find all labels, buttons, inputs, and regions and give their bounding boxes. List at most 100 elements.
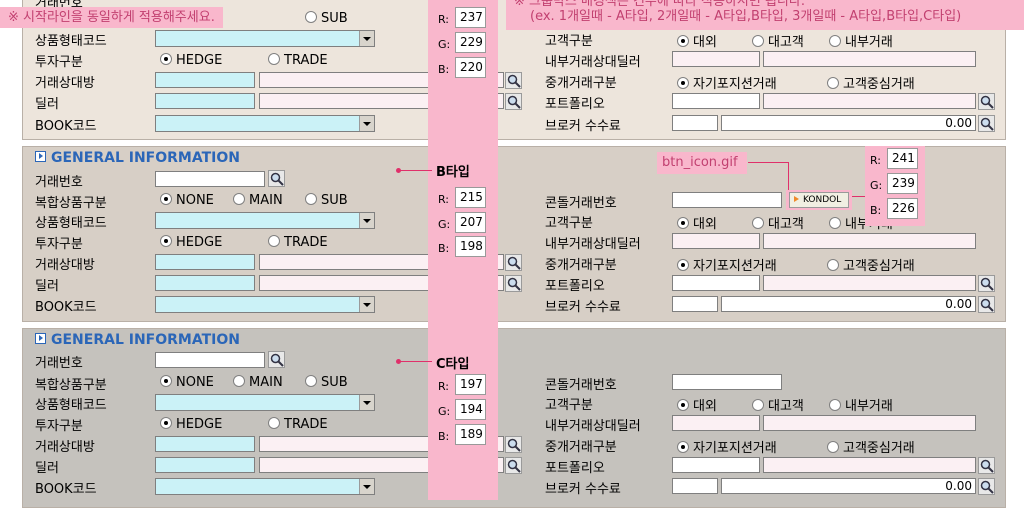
broker-fee-amount-input[interactable]: 0.00: [721, 478, 976, 494]
search-icon[interactable]: [505, 93, 522, 110]
search-icon[interactable]: [978, 296, 995, 313]
radio-sub[interactable]: SUB: [305, 10, 348, 26]
trade-no-input[interactable]: [155, 171, 265, 187]
book-code-select[interactable]: [155, 478, 375, 495]
label-complex: 복합상품구분: [35, 196, 107, 211]
label-internal-dealer: 내부거래상대딜러: [545, 419, 641, 434]
btn-icon-leader-v: [788, 162, 789, 190]
radio-customer[interactable]: 대고객: [752, 395, 804, 414]
radio-sub[interactable]: SUB: [305, 374, 348, 390]
type-b-dot: [396, 168, 401, 173]
radio-none[interactable]: NONE: [160, 192, 214, 208]
internal-dealer-code-input[interactable]: [672, 415, 760, 431]
internal-dealer-code-input[interactable]: [672, 233, 760, 249]
search-icon[interactable]: [505, 457, 522, 474]
internal-dealer-name-input[interactable]: [763, 233, 976, 249]
search-icon[interactable]: [978, 93, 995, 110]
broker-fee-code-input[interactable]: [672, 115, 718, 131]
radio-external[interactable]: 대외: [677, 213, 717, 232]
kondol-trade-no-input[interactable]: [672, 374, 782, 390]
search-icon[interactable]: [268, 170, 285, 187]
broker-fee-amount-input[interactable]: 0.00: [721, 115, 976, 131]
product-code-select[interactable]: [155, 30, 375, 47]
radio-customer-centric[interactable]: 고객중심거래: [827, 255, 915, 274]
portfolio-name-input[interactable]: [763, 275, 976, 291]
radio-main[interactable]: MAIN: [233, 374, 283, 390]
chevron-down-icon[interactable]: [359, 116, 374, 131]
chevron-down-icon[interactable]: [359, 31, 374, 46]
rgb-label-b: B:: [870, 204, 882, 217]
chevron-down-icon[interactable]: [359, 213, 374, 228]
label-brokerage: 중개거래구분: [545, 76, 617, 91]
radio-external[interactable]: 대외: [677, 395, 717, 414]
broker-fee-amount-input[interactable]: 0.00: [721, 296, 976, 312]
label-dealer: 딜러: [35, 461, 59, 476]
label-customer: 고객구분: [545, 398, 593, 413]
trade-no-input[interactable]: [155, 352, 265, 368]
portfolio-name-input[interactable]: [763, 457, 976, 473]
rgb-label-r: R:: [438, 380, 450, 393]
color-c-g: 194: [455, 399, 486, 420]
counterparty-code-input[interactable]: [155, 254, 255, 270]
label-trade-no: 거래번호: [35, 356, 83, 371]
counterparty-code-input[interactable]: [155, 72, 255, 88]
portfolio-code-input[interactable]: [672, 93, 760, 109]
kondol-trade-no-input[interactable]: [672, 192, 782, 208]
chevron-down-icon[interactable]: [359, 479, 374, 494]
radio-self-position[interactable]: 자기포지션거래: [677, 73, 777, 92]
radio-sub[interactable]: SUB: [305, 192, 348, 208]
label-counterparty: 거래상대방: [35, 76, 95, 91]
search-icon[interactable]: [505, 254, 522, 271]
chevron-down-icon[interactable]: [359, 297, 374, 312]
dealer-code-input[interactable]: [155, 275, 255, 291]
dealer-code-input[interactable]: [155, 457, 255, 473]
search-icon[interactable]: [505, 436, 522, 453]
label-portfolio: 포트폴리오: [545, 279, 605, 294]
radio-trade[interactable]: TRADE: [268, 416, 328, 432]
internal-dealer-name-input[interactable]: [763, 415, 976, 431]
radio-internal[interactable]: 내부거래: [829, 31, 893, 50]
kondol-button[interactable]: KONDOL: [789, 192, 849, 208]
broker-fee-code-input[interactable]: [672, 478, 718, 494]
book-code-select[interactable]: [155, 115, 375, 132]
product-code-select[interactable]: [155, 212, 375, 229]
broker-fee-code-input[interactable]: [672, 296, 718, 312]
search-icon[interactable]: [268, 351, 285, 368]
search-icon[interactable]: [978, 478, 995, 495]
search-icon[interactable]: [505, 72, 522, 89]
radio-hedge[interactable]: HEDGE: [160, 234, 222, 250]
search-icon[interactable]: [505, 275, 522, 292]
radio-customer[interactable]: 대고객: [752, 213, 804, 232]
portfolio-name-input[interactable]: [763, 93, 976, 109]
radio-trade[interactable]: TRADE: [268, 234, 328, 250]
radio-none[interactable]: NONE: [160, 374, 214, 390]
search-icon[interactable]: [978, 275, 995, 292]
radio-trade[interactable]: TRADE: [268, 52, 328, 68]
dealer-code-input[interactable]: [155, 93, 255, 109]
radio-self-position[interactable]: 자기포지션거래: [677, 255, 777, 274]
radio-self-position[interactable]: 자기포지션거래: [677, 437, 777, 456]
search-icon[interactable]: [978, 115, 995, 132]
rgb-label-b: B:: [438, 242, 450, 255]
portfolio-code-input[interactable]: [672, 457, 760, 473]
radio-main[interactable]: MAIN: [233, 192, 283, 208]
radio-internal[interactable]: 내부거래: [829, 395, 893, 414]
color-btn-g: 239: [887, 173, 918, 194]
label-counterparty: 거래상대방: [35, 440, 95, 455]
internal-dealer-name-input[interactable]: [763, 51, 976, 67]
counterparty-code-input[interactable]: [155, 436, 255, 452]
radio-hedge[interactable]: HEDGE: [160, 52, 222, 68]
radio-customer[interactable]: 대고객: [752, 31, 804, 50]
book-code-select[interactable]: [155, 296, 375, 313]
portfolio-code-input[interactable]: [672, 275, 760, 291]
color-a-b: 220: [455, 57, 486, 78]
radio-external[interactable]: 대외: [677, 31, 717, 50]
product-code-select[interactable]: [155, 394, 375, 411]
radio-customer-centric[interactable]: 고객중심거래: [827, 73, 915, 92]
label-dealer: 딜러: [35, 279, 59, 294]
internal-dealer-code-input[interactable]: [672, 51, 760, 67]
radio-customer-centric[interactable]: 고객중심거래: [827, 437, 915, 456]
radio-hedge[interactable]: HEDGE: [160, 416, 222, 432]
search-icon[interactable]: [978, 457, 995, 474]
chevron-down-icon[interactable]: [359, 395, 374, 410]
